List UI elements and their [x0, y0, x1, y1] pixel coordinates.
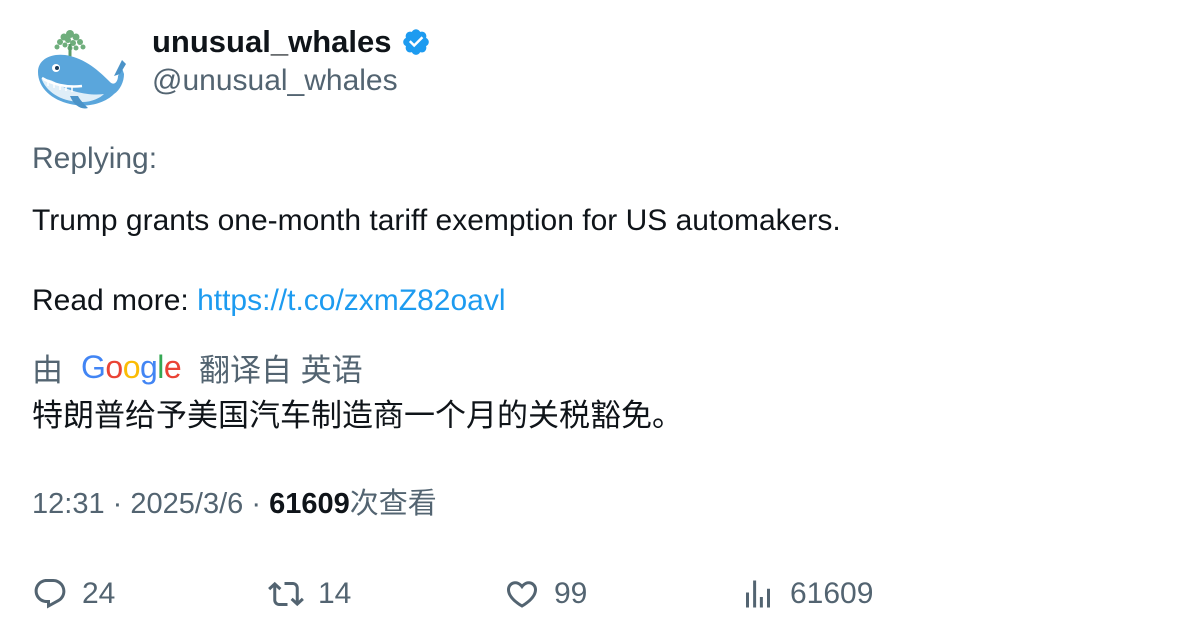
- translated-text: 特朗普给予美国汽车制造商一个月的关税豁免。: [32, 398, 683, 433]
- retweet-button[interactable]: 14: [268, 572, 351, 616]
- tweet-date[interactable]: 2025/3/6: [130, 484, 243, 524]
- verified-badge-icon: [403, 29, 430, 55]
- read-more-line: Read more: https://t.co/zxmZ82oavl: [32, 283, 506, 319]
- reply-icon: [34, 579, 66, 609]
- action-bar: 24 14 99 61609: [0, 572, 1196, 616]
- tweet-meta: 12:31 · 2025/3/6 · 61609 次查看: [32, 484, 437, 524]
- author-display-name[interactable]: unusual_whales: [152, 24, 391, 60]
- translated-by-label: 由: [32, 352, 63, 388]
- whale-logo-icon: [38, 30, 126, 109]
- retweet-icon: [268, 581, 304, 607]
- google-logo-icon: Google: [81, 349, 181, 385]
- read-more-prefix: Read more:: [32, 284, 198, 317]
- meta-separator: ·: [112, 488, 123, 520]
- svg-text:Google: Google: [81, 349, 181, 385]
- translated-from-label[interactable]: 翻译自 英语: [199, 345, 363, 390]
- author-name-row[interactable]: unusual_whales: [152, 22, 431, 62]
- heart-icon: [506, 581, 538, 608]
- views-button[interactable]: 61609: [740, 572, 873, 616]
- analytics-icon: [746, 580, 770, 608]
- like-count: 99: [554, 577, 588, 610]
- tweet-link[interactable]: https://t.co/zxmZ82oavl: [197, 284, 505, 317]
- replying-label: Replying:: [32, 142, 158, 175]
- views-count: 61609: [269, 488, 350, 520]
- author-handle[interactable]: @unusual_whales: [152, 64, 398, 98]
- retweet-count: 14: [318, 577, 352, 610]
- reply-count: 24: [82, 577, 116, 610]
- tweet-time[interactable]: 12:31: [32, 484, 105, 524]
- reply-button[interactable]: 24: [32, 572, 115, 616]
- views-action-count: 61609: [790, 577, 874, 610]
- views-label: 次查看: [349, 488, 437, 520]
- like-button[interactable]: 99: [504, 572, 587, 616]
- avatar[interactable]: [30, 24, 126, 114]
- meta-separator: ·: [251, 488, 261, 520]
- tweet-text: Trump grants one-month tariff exemption …: [32, 204, 841, 237]
- translation-attribution: 由 Google 翻译自 英语: [32, 346, 363, 388]
